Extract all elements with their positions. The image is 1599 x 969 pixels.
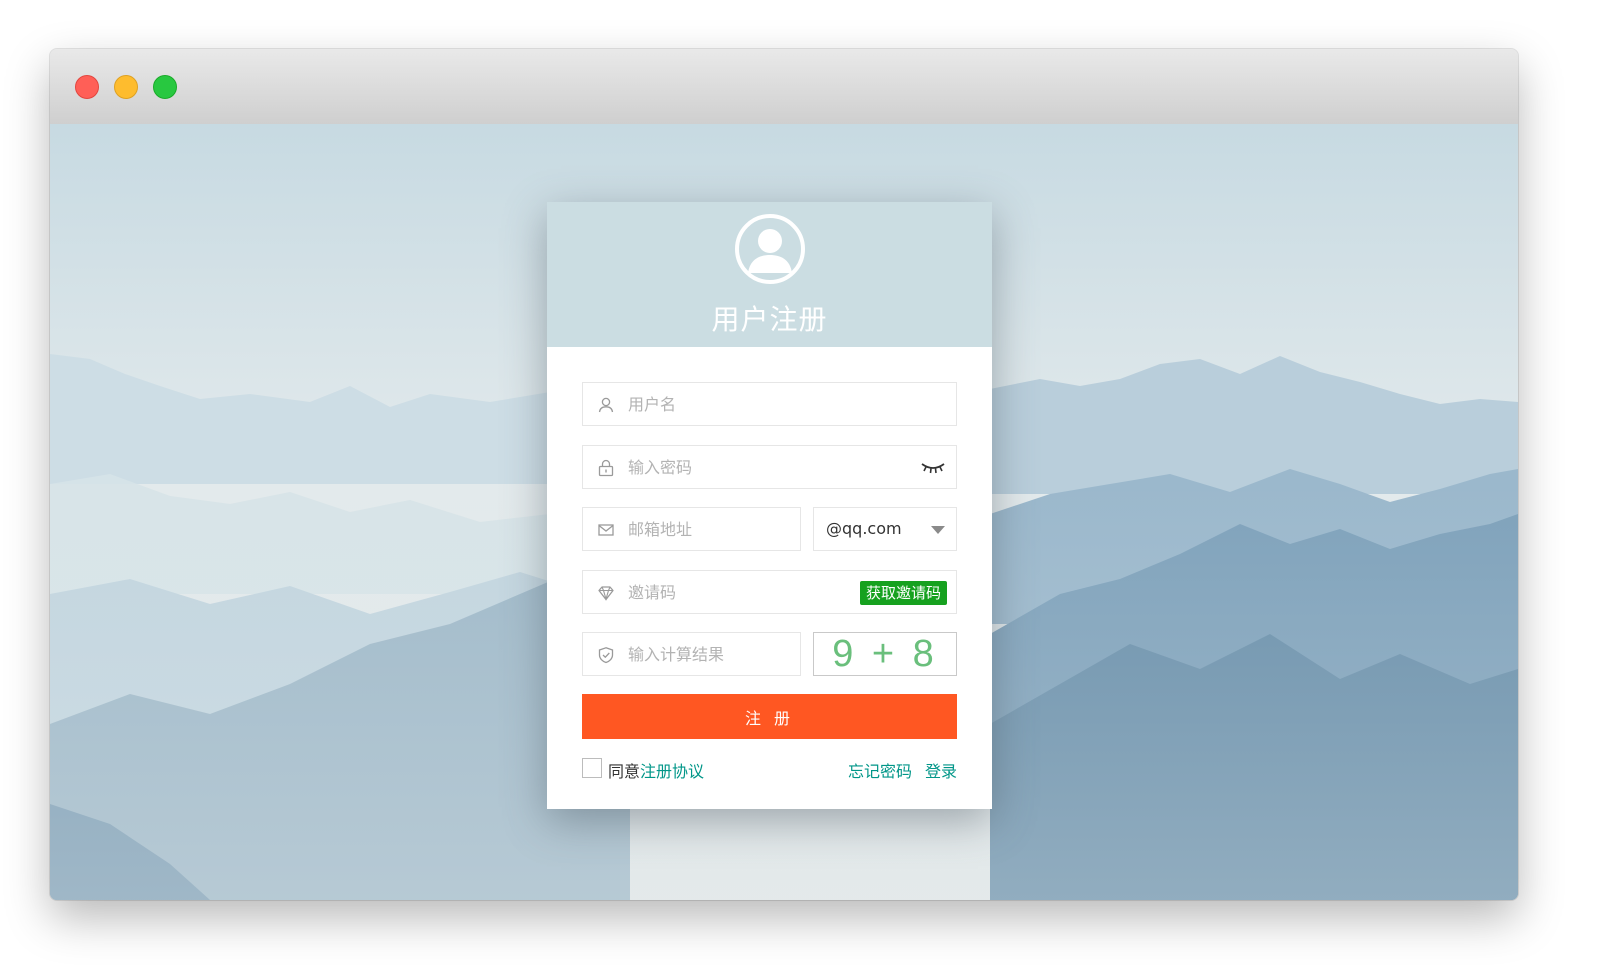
caret-down-icon [931, 526, 945, 534]
agreement-link[interactable]: 注册协议 [640, 762, 704, 781]
title-bar [50, 49, 1518, 125]
email-domain-select[interactable]: @qq.com [813, 507, 957, 551]
user-avatar-icon [735, 214, 805, 284]
page-title: 用户注册 [711, 303, 828, 336]
captcha-field[interactable] [582, 632, 801, 676]
password-field[interactable] [582, 445, 957, 489]
captcha-input[interactable] [628, 633, 793, 675]
email-domain-value: @qq.com [826, 519, 902, 538]
envelope-icon [598, 524, 614, 536]
lock-icon [598, 459, 614, 477]
invite-code-input[interactable] [628, 571, 828, 613]
get-invite-code-button[interactable]: 获取邀请码 [859, 581, 947, 605]
minimize-window-button[interactable] [114, 75, 138, 99]
card-header: 用户注册 [547, 202, 992, 347]
agree-prefix: 同意 [608, 762, 641, 781]
email-input[interactable] [628, 508, 793, 550]
captcha-image[interactable]: 9 + 8 [813, 632, 957, 676]
close-window-button[interactable] [75, 75, 99, 99]
invite-code-field[interactable]: 获取邀请码 [582, 570, 957, 614]
login-link[interactable]: 登录 [925, 758, 957, 782]
username-field[interactable] [582, 382, 957, 426]
bottom-row: 同意注册协议 忘记密码 登录 [582, 757, 957, 781]
diamond-icon [598, 586, 614, 601]
browser-window: 用户注册 用户名 邮箱地址 @qq.com 邀请码 获取邀请码 输入计算结果 9… [50, 49, 1518, 900]
agree-checkbox[interactable] [582, 758, 602, 778]
maximize-window-button[interactable] [153, 75, 177, 99]
username-input[interactable] [628, 383, 938, 425]
user-icon [598, 397, 614, 413]
register-button[interactable]: 注 册 [582, 694, 957, 739]
agree-text: 同意注册协议 [608, 758, 704, 782]
password-input[interactable] [628, 446, 898, 488]
page-viewport: 用户注册 用户名 邮箱地址 @qq.com 邀请码 获取邀请码 输入计算结果 9… [50, 124, 1518, 900]
register-card: 用户注册 用户名 邮箱地址 @qq.com 邀请码 获取邀请码 输入计算结果 9… [547, 202, 992, 809]
eye-closed-icon[interactable] [920, 461, 946, 475]
shield-icon [598, 647, 614, 664]
email-field[interactable] [582, 507, 801, 551]
forgot-password-link[interactable]: 忘记密码 [848, 758, 912, 782]
